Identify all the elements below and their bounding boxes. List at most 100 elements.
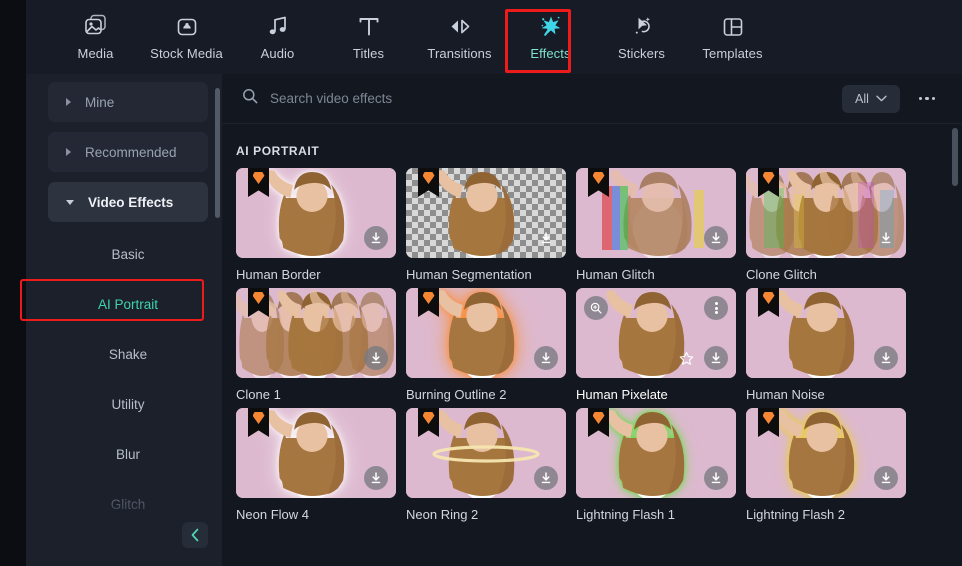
sidebar-item-glitch[interactable]: Glitch <box>48 486 208 522</box>
download-icon <box>371 232 381 244</box>
download-icon <box>881 232 891 244</box>
toolbar-tab-media[interactable]: Media <box>50 5 141 69</box>
sidebar-group-video-effects[interactable]: Video Effects <box>48 182 208 222</box>
effect-download-button[interactable] <box>364 226 388 250</box>
effect-card[interactable]: Human Segmentation <box>406 168 576 282</box>
transitions-icon <box>447 14 473 40</box>
effect-download-button[interactable] <box>874 346 898 370</box>
effect-card[interactable]: Neon Ring 2 <box>406 408 576 522</box>
sidebar-item-basic[interactable]: Basic <box>48 236 208 272</box>
sidebar-collapse-button[interactable] <box>182 522 208 548</box>
filter-dropdown-label: All <box>855 91 869 106</box>
effect-card[interactable]: Neon Flow 4 <box>236 408 406 522</box>
effect-preview-button[interactable] <box>584 296 608 320</box>
effect-thumbnail[interactable] <box>746 168 906 258</box>
effect-download-button[interactable] <box>534 466 558 490</box>
sidebar-item-blur[interactable]: Blur <box>48 436 208 472</box>
chevron-right-icon <box>66 98 71 106</box>
effect-card[interactable]: Clone Glitch <box>746 168 916 282</box>
media-icon <box>83 14 109 40</box>
pro-diamond-shape <box>762 172 775 184</box>
effect-card[interactable]: Human Pixelate <box>576 288 746 402</box>
effect-name: Neon Ring 2 <box>406 507 479 522</box>
effect-thumbnail[interactable] <box>746 408 906 498</box>
chevron-left-icon <box>191 528 199 542</box>
more-vertical-icon <box>714 301 718 316</box>
effect-download-button[interactable] <box>364 346 388 370</box>
effect-name: Lightning Flash 1 <box>576 507 676 522</box>
effect-name: Clone Glitch <box>746 267 817 282</box>
effect-download-button[interactable] <box>534 346 558 370</box>
effects-category-sidebar: Mine Recommended Video Effects Basic AI Port… <box>26 74 222 566</box>
toolbar-tab-audio[interactable]: Audio <box>232 5 323 69</box>
sidebar-scrollbar[interactable] <box>215 88 220 218</box>
effect-thumbnail[interactable] <box>576 408 736 498</box>
sidebar-item-shake[interactable]: Shake <box>48 336 208 372</box>
effect-thumbnail[interactable] <box>236 408 396 498</box>
effect-thumbnail[interactable] <box>576 168 736 258</box>
effect-card[interactable]: Human Glitch <box>576 168 746 282</box>
effect-download-button[interactable] <box>534 226 558 250</box>
download-icon <box>541 232 551 244</box>
effect-download-button[interactable] <box>364 466 388 490</box>
effect-thumbnail[interactable] <box>406 168 566 258</box>
download-icon <box>711 352 721 364</box>
toolbar-tab-stock-media[interactable]: Stock Media <box>141 5 232 69</box>
pro-diamond-shape <box>252 172 265 184</box>
effect-download-button[interactable] <box>874 226 898 250</box>
search-input[interactable] <box>270 91 842 106</box>
sidebar-group-label: Video Effects <box>88 194 174 210</box>
effect-card[interactable]: Lightning Flash 2 <box>746 408 916 522</box>
effect-thumbnail[interactable] <box>236 288 396 378</box>
effect-name: Burning Outline 2 <box>406 387 507 402</box>
effects-panel-window: Media Stock Media Audio Titles Transitio… <box>0 0 962 566</box>
download-icon <box>541 472 551 484</box>
filter-dropdown[interactable]: All <box>842 84 900 113</box>
toolbar-tab-effects[interactable]: Effects <box>505 5 596 69</box>
pro-diamond-shape <box>422 172 435 184</box>
sidebar-group-label: Recommended <box>85 144 177 160</box>
sidebar-group-mine[interactable]: Mine <box>48 82 208 122</box>
titles-text-icon <box>359 17 378 35</box>
effect-card[interactable]: Burning Outline 2 <box>406 288 576 402</box>
effect-card[interactable]: Human Noise <box>746 288 916 402</box>
effect-download-button[interactable] <box>704 346 728 370</box>
toolbar-tab-titles[interactable]: Titles <box>323 5 414 69</box>
effect-card[interactable]: Human Border <box>236 168 406 282</box>
effect-download-button[interactable] <box>704 466 728 490</box>
effect-download-button[interactable] <box>874 466 898 490</box>
templates-icon <box>723 17 742 36</box>
toolbar-tab-label: Transitions <box>427 45 492 61</box>
effect-download-button[interactable] <box>704 226 728 250</box>
media-icon <box>84 14 106 34</box>
toolbar-tab-transitions[interactable]: Transitions <box>414 5 505 69</box>
effect-thumbnail[interactable] <box>576 288 736 378</box>
toolbar-tab-templates[interactable]: Templates <box>687 5 778 69</box>
effect-thumbnail[interactable] <box>406 288 566 378</box>
sidebar-item-ai-portrait[interactable]: AI Portrait <box>48 286 208 322</box>
effect-name: Clone 1 <box>236 387 281 402</box>
effect-thumbnail[interactable] <box>236 168 396 258</box>
effect-name: Human Glitch <box>576 267 655 282</box>
more-dot <box>918 96 923 101</box>
star-icon <box>679 351 693 365</box>
audio-note-icon <box>269 16 286 34</box>
toolbar-tab-label: Stock Media <box>150 45 223 61</box>
toolbar-tab-label: Effects <box>530 45 571 61</box>
search-bar: All <box>222 74 962 124</box>
more-dot <box>931 96 936 101</box>
effect-favorite-button[interactable] <box>674 346 698 370</box>
effect-thumbnail[interactable] <box>406 408 566 498</box>
more-options-button[interactable] <box>912 85 942 113</box>
effect-card[interactable]: Clone 1 <box>236 288 406 402</box>
effect-more-button[interactable] <box>704 296 728 320</box>
sidebar-group-recommended[interactable]: Recommended <box>48 132 208 172</box>
effect-thumbnail[interactable] <box>746 288 906 378</box>
sidebar-item-utility[interactable]: Utility <box>48 386 208 422</box>
effects-grid-scrollbar[interactable] <box>952 128 958 186</box>
effect-name: Human Border <box>236 267 321 282</box>
grid-bottom-fade <box>222 554 962 566</box>
effect-card[interactable]: Lightning Flash 1 <box>576 408 746 522</box>
toolbar-tab-stickers[interactable]: Stickers <box>596 5 687 69</box>
search-icon <box>242 88 258 109</box>
